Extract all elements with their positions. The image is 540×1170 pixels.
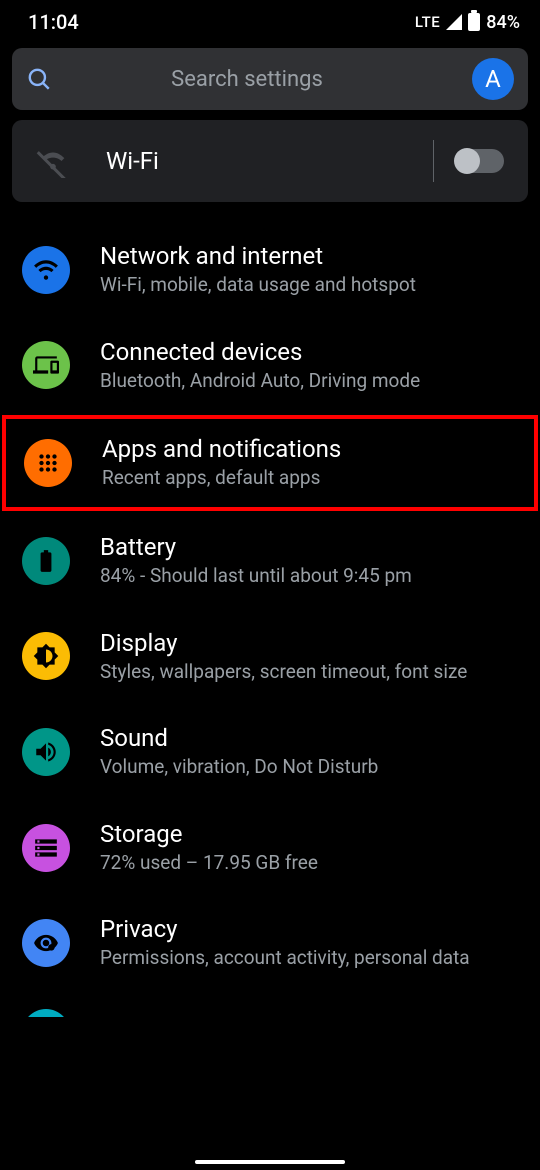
setting-title: Storage: [100, 820, 518, 848]
battery-percent: 84%: [486, 12, 520, 33]
setting-text: Battery 84% - Should last until about 9:…: [100, 533, 518, 589]
network-type-label: LTE: [415, 13, 440, 31]
setting-text: Storage 72% used – 17.95 GB free: [100, 820, 518, 876]
battery-settings-icon: [22, 537, 70, 585]
search-placeholder: Search settings: [22, 67, 472, 92]
wifi-divider: [433, 140, 434, 182]
setting-subtitle: Volume, vibration, Do Not Disturb: [100, 754, 518, 780]
setting-item-storage[interactable]: Storage 72% used – 17.95 GB free: [0, 800, 540, 896]
nav-indicator[interactable]: [195, 1160, 345, 1164]
setting-title: Apps and notifications: [102, 435, 516, 463]
battery-icon: [468, 13, 480, 31]
storage-icon: [22, 824, 70, 872]
setting-text: Sound Volume, vibration, Do Not Disturb: [100, 724, 518, 780]
setting-subtitle: Bluetooth, Android Auto, Driving mode: [100, 368, 518, 394]
setting-title: Network and internet: [100, 242, 518, 270]
wifi-quick-card[interactable]: Wi-Fi: [12, 120, 528, 202]
setting-item-display[interactable]: Display Styles, wallpapers, screen timeo…: [0, 609, 540, 705]
signal-icon: [446, 14, 462, 30]
sound-icon: [22, 728, 70, 776]
location-icon: [22, 1009, 70, 1017]
setting-title: Battery: [100, 533, 518, 561]
setting-item-partial[interactable]: [0, 991, 540, 1017]
setting-subtitle: Wi-Fi, mobile, data usage and hotspot: [100, 272, 518, 298]
setting-title: Sound: [100, 724, 518, 752]
setting-text: Privacy Permissions, account activity, p…: [100, 915, 518, 971]
setting-subtitle: Permissions, account activity, personal …: [100, 945, 518, 971]
settings-list: Network and internet Wi-Fi, mobile, data…: [0, 222, 540, 1017]
setting-text: Display Styles, wallpapers, screen timeo…: [100, 629, 518, 685]
avatar[interactable]: A: [472, 58, 514, 100]
setting-item-connected[interactable]: Connected devices Bluetooth, Android Aut…: [0, 318, 540, 414]
setting-subtitle: Recent apps, default apps: [102, 465, 516, 491]
setting-item-sound[interactable]: Sound Volume, vibration, Do Not Disturb: [0, 704, 540, 800]
apps-icon: [24, 439, 72, 487]
devices-icon: [22, 341, 70, 389]
setting-subtitle: 84% - Should last until about 9:45 pm: [100, 563, 518, 589]
avatar-initial: A: [485, 65, 501, 93]
search-bar[interactable]: Search settings A: [12, 48, 528, 110]
setting-item-network[interactable]: Network and internet Wi-Fi, mobile, data…: [0, 222, 540, 318]
wifi-icon: [22, 246, 70, 294]
setting-item-apps[interactable]: Apps and notifications Recent apps, defa…: [2, 415, 538, 511]
setting-text: Connected devices Bluetooth, Android Aut…: [100, 338, 518, 394]
setting-title: Connected devices: [100, 338, 518, 366]
setting-title: Display: [100, 629, 518, 657]
status-time: 11:04: [28, 10, 79, 34]
setting-subtitle: Styles, wallpapers, screen timeout, font…: [100, 659, 518, 685]
wifi-off-icon: [36, 144, 70, 178]
setting-text: Network and internet Wi-Fi, mobile, data…: [100, 242, 518, 298]
setting-item-privacy[interactable]: Privacy Permissions, account activity, p…: [0, 895, 540, 991]
toggle-knob: [454, 148, 480, 174]
wifi-label: Wi-Fi: [106, 147, 433, 175]
setting-item-battery[interactable]: Battery 84% - Should last until about 9:…: [0, 513, 540, 609]
setting-text: Apps and notifications Recent apps, defa…: [102, 435, 516, 491]
status-bar: 11:04 LTE 84%: [0, 0, 540, 40]
setting-title: Privacy: [100, 915, 518, 943]
status-right: LTE 84%: [415, 12, 520, 33]
privacy-icon: [22, 919, 70, 967]
setting-subtitle: 72% used – 17.95 GB free: [100, 850, 518, 876]
display-icon: [22, 632, 70, 680]
wifi-toggle[interactable]: [456, 149, 504, 173]
